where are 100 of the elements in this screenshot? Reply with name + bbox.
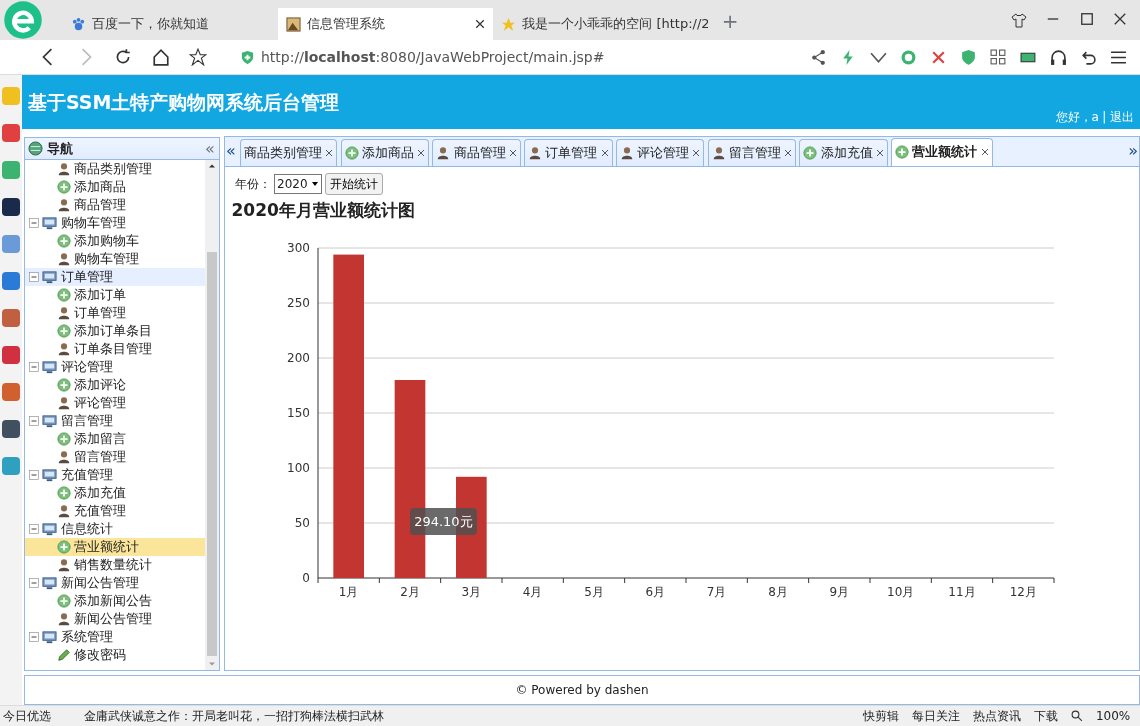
tree-node[interactable]: 信息统计 — [25, 520, 205, 538]
collapse-button[interactable]: « — [203, 139, 216, 158]
close-icon — [692, 148, 701, 157]
axis-label: 4月 — [522, 584, 542, 598]
grid-icon — [990, 48, 1007, 66]
tree-item[interactable]: 购物车管理 — [25, 250, 205, 268]
axis-label: 7月 — [706, 584, 726, 598]
computer-icon — [42, 629, 58, 645]
app-icon[interactable] — [2, 197, 20, 216]
globe-icon — [28, 141, 44, 156]
tree-item[interactable]: 留言管理 — [25, 448, 205, 466]
panel-title: 导航 — [46, 139, 74, 158]
home-icon — [151, 48, 170, 66]
tree-item[interactable]: 添加新闻公告 — [25, 592, 205, 610]
close-icon — [474, 19, 485, 29]
axis-label: 3月 — [461, 584, 481, 598]
tab[interactable]: 评论管理 — [615, 138, 705, 166]
tab[interactable]: 商品管理 — [432, 138, 521, 166]
address-field[interactable]: http://localhost:8080/JavaWebProject/main.jsp# — [261, 44, 731, 70]
add-icon — [895, 145, 910, 159]
tree-item[interactable]: 充值管理 — [25, 502, 205, 520]
status-item[interactable]: 下载 — [1033, 707, 1058, 725]
add-icon — [344, 145, 359, 160]
add-icon — [803, 145, 818, 160]
tree-node[interactable]: 评论管理 — [25, 358, 205, 376]
add-icon — [57, 378, 71, 392]
tree-item[interactable]: 添加商品 — [25, 178, 205, 196]
app-icon[interactable] — [2, 419, 20, 438]
scroll-right-button[interactable]: » — [1127, 138, 1139, 164]
tree-node[interactable]: 充值管理 — [25, 466, 205, 484]
tab[interactable]: 留言管理 — [707, 138, 797, 166]
tree-node[interactable]: 购物车管理 — [25, 214, 205, 232]
collapse-icon — [29, 362, 39, 372]
tree-item[interactable]: 评论管理 — [25, 394, 205, 412]
tree-item[interactable]: 添加订单 — [25, 286, 205, 304]
zoom-text[interactable]: 100% — [1095, 707, 1131, 725]
shield-icon — [239, 49, 255, 65]
tooltip: 294.10元 — [410, 507, 477, 536]
collapse-icon — [29, 272, 39, 282]
status-text: 今日优选 — [3, 708, 52, 725]
status-item[interactable]: 热点资讯 — [972, 707, 1021, 725]
tab[interactable]: 订单管理 — [524, 138, 613, 166]
year-select[interactable]: 2020 — [274, 174, 322, 194]
tree-item[interactable]: 销售数量统计 — [25, 556, 205, 574]
person-icon — [57, 612, 71, 626]
scroll-left-button[interactable]: « — [225, 138, 237, 164]
tree-node[interactable]: 订单管理 — [25, 268, 205, 286]
add-icon — [57, 486, 71, 500]
axis-label: 0 — [301, 570, 310, 585]
tab[interactable]: 添加充值 — [799, 138, 888, 166]
add-icon — [57, 432, 71, 446]
add-icon — [57, 324, 71, 338]
separator-text: | — [1102, 108, 1107, 126]
axis-label: 8月 — [767, 584, 788, 598]
share-icon — [810, 48, 827, 66]
close-icon — [325, 148, 334, 157]
tree-item[interactable]: 商品类别管理 — [25, 160, 205, 178]
tree-item[interactable]: 新闻公告管理 — [25, 610, 205, 628]
person-icon — [436, 145, 451, 160]
tab[interactable]: 添加商品 — [340, 138, 430, 166]
tree-item[interactable]: 营业额统计 — [25, 538, 205, 556]
browser-tab[interactable]: 信息管理系统 — [277, 8, 493, 40]
start-button[interactable]: 开始统计 — [325, 173, 384, 195]
news-text[interactable]: 金庸武侠诚意之作：开局老叫花，一招打狗棒法横扫武林 — [83, 707, 384, 725]
tree-node[interactable]: 系统管理 — [25, 628, 205, 646]
tree-item[interactable]: 添加评论 — [25, 376, 205, 394]
star-icon — [189, 48, 207, 66]
tree-item[interactable]: 添加留言 — [25, 430, 205, 448]
computer-icon — [42, 521, 58, 537]
tree-item[interactable]: 订单管理 — [25, 304, 205, 322]
status-item[interactable]: 快剪辑 — [862, 707, 899, 725]
tree-item[interactable]: 修改密码 — [25, 646, 205, 664]
app-title: 基于SSM土特产购物网系统后台管理 — [27, 90, 340, 115]
axis-label: 100 — [286, 460, 310, 475]
tree-item[interactable]: 商品管理 — [25, 196, 205, 214]
tree-node[interactable]: 新闻公告管理 — [25, 574, 205, 592]
browser-tab[interactable]: 我是一个小乖乖的空间 [http://2 — [492, 8, 708, 40]
person-icon — [57, 558, 71, 572]
person-icon — [57, 450, 71, 464]
circle-icon — [900, 48, 917, 66]
tab[interactable]: 营业额统计 — [891, 137, 993, 166]
collapse-icon — [29, 416, 39, 426]
browser-tab[interactable]: 百度一下，你就知道 — [62, 8, 278, 40]
axis-label: 150 — [286, 405, 310, 420]
scrollbar[interactable] — [205, 160, 219, 670]
tree-item[interactable]: 添加订单条目 — [25, 322, 205, 340]
axis-label: 1月 — [338, 584, 358, 598]
tree-item[interactable]: 添加充值 — [25, 484, 205, 502]
bar[interactable] — [332, 254, 364, 578]
computer-icon — [42, 215, 58, 231]
tab[interactable]: 商品类别管理 — [240, 138, 338, 166]
collapse-icon — [29, 524, 39, 534]
tree-item[interactable]: 订单条目管理 — [25, 340, 205, 358]
new-tab-button[interactable]: + — [720, 4, 740, 37]
reload-icon — [114, 48, 132, 66]
paw-icon — [70, 16, 86, 32]
status-item[interactable]: 每日关注 — [911, 707, 960, 725]
tree-node[interactable]: 留言管理 — [25, 412, 205, 430]
collapse-icon — [29, 470, 39, 480]
tree-item[interactable]: 添加购物车 — [25, 232, 205, 250]
